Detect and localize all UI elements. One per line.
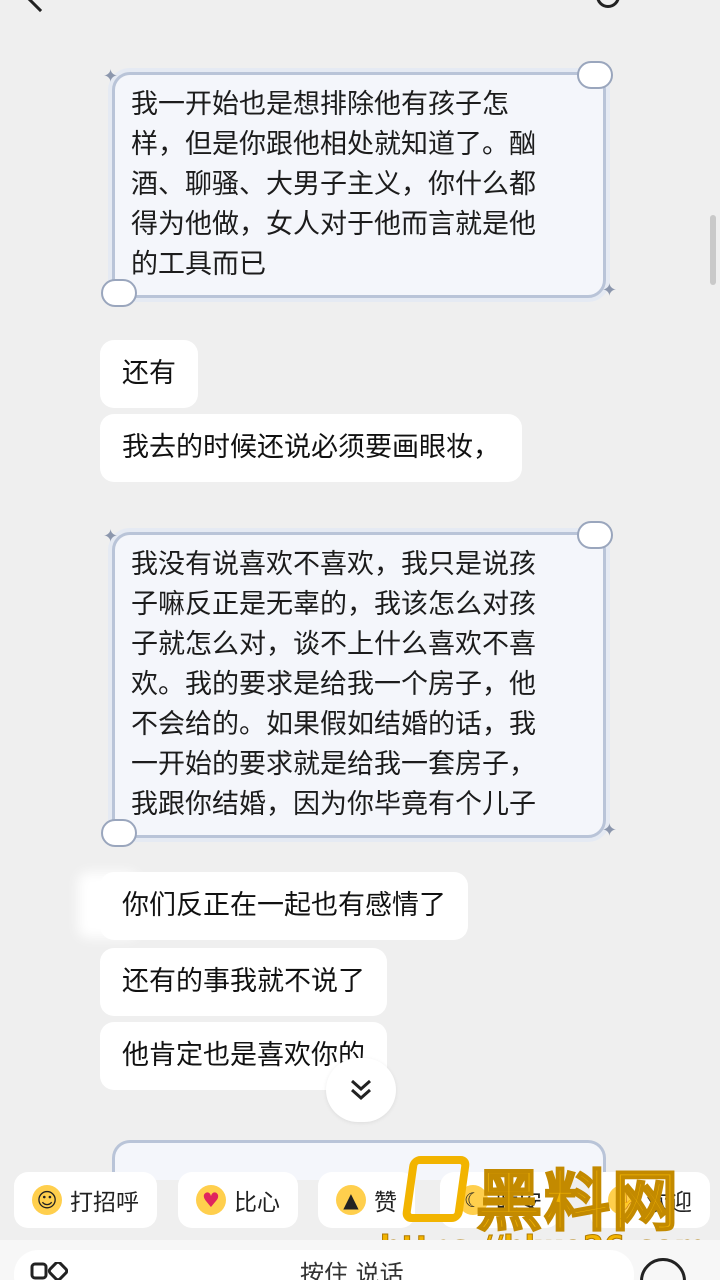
message-line: 不会给的。如果假如结婚的话，我	[131, 709, 536, 740]
card-message-1[interactable]: ✦ ✦ 我一开始也是想排除他有孩子怎 样，但是你跟他相处就知道了。酗 酒、聊骚、…	[101, 61, 617, 307]
quick-reply-chip[interactable]: ♥ 比心	[178, 1172, 298, 1228]
message-line: 得为他做，女人对于他而言就是他	[131, 209, 536, 240]
apps-grid-icon[interactable]	[30, 1262, 68, 1280]
emoji-icon[interactable]	[640, 1258, 686, 1280]
cloud-sticker-icon	[577, 521, 613, 549]
scroll-to-bottom-button[interactable]	[326, 1058, 396, 1122]
message-line: 子就怎么对，谈不上什么喜欢不喜	[131, 629, 536, 660]
heart-hands-emoji-icon: ♥	[196, 1185, 226, 1215]
thumbs-up-emoji-icon: ▲	[336, 1185, 366, 1215]
cloud-sticker-icon	[101, 279, 137, 307]
cloud-sticker-icon	[577, 61, 613, 89]
message-line: 欢。我的要求是给我一个房子，他	[131, 669, 536, 700]
message-line: 一开始的要求就是给我一套房子，	[131, 749, 536, 780]
top-bar	[0, 0, 720, 13]
message-bubble[interactable]: 还有的事我就不说了	[100, 948, 387, 1016]
message-line: 我没有说喜欢不喜欢，我只是说孩	[131, 549, 536, 580]
sparkle-icon: ✦	[601, 280, 617, 301]
scrollbar[interactable]	[710, 215, 716, 285]
message-line: 我跟你结婚，因为你毕竟有个儿子	[131, 789, 536, 820]
sparkle-icon: ✦	[103, 526, 119, 547]
message-line: 子嘛反正是无辜的，我该怎么对孩	[131, 589, 536, 620]
card-message-2[interactable]: ✦ ✦ 我没有说喜欢不喜欢，我只是说孩 子嘛反正是无辜的，我该怎么对孩 子就怎么…	[101, 521, 617, 847]
sparkle-icon: ✦	[103, 66, 119, 87]
watermark-logo-icon	[401, 1156, 471, 1222]
message-bubble[interactable]: 你们反正在一起也有感情了	[100, 872, 468, 940]
quick-reply-chip[interactable]: ☺ 打招呼	[14, 1172, 157, 1228]
message-line: 的工具而已	[131, 249, 266, 280]
smile-hug-emoji-icon: ☺	[32, 1185, 62, 1215]
sparkle-icon: ✦	[601, 820, 617, 841]
input-bar: 按住 说话	[0, 1240, 720, 1280]
input-placeholder: 按住 说话	[300, 1260, 404, 1280]
cloud-sticker-icon	[101, 819, 137, 847]
message-line: 我一开始也是想排除他有孩子怎	[131, 89, 509, 120]
message-line: 酒、聊骚、大男子主义，你什么都	[131, 169, 536, 200]
message-bubble[interactable]: 我去的时候还说必须要画眼妆，	[100, 414, 522, 482]
chip-label: 比心	[234, 1190, 280, 1216]
chip-label: 打招呼	[70, 1190, 139, 1216]
message-line: 样，但是你跟他相处就知道了。酗	[131, 129, 536, 160]
double-chevron-down-icon	[351, 1079, 371, 1101]
message-bubble[interactable]: 还有	[100, 340, 198, 408]
more-options-icon[interactable]	[596, 0, 620, 8]
back-arrow-icon[interactable]	[25, 0, 55, 13]
